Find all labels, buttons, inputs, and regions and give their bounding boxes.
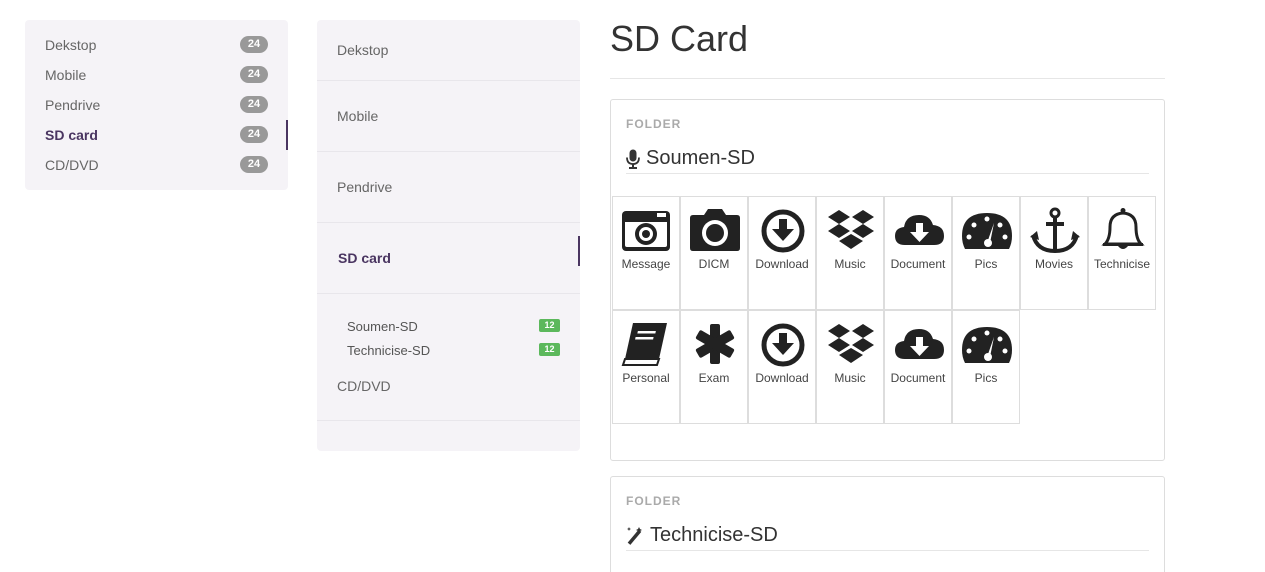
sidebar-item-label: Dekstop xyxy=(45,37,97,53)
folder-panel-technicise-sd: FOLDER Technicise-SD xyxy=(610,476,1165,572)
sidebar-item-pendrive[interactable]: Pendrive 24 xyxy=(25,90,288,120)
camera-retro-icon xyxy=(622,211,670,251)
nav-item-label: CD/DVD xyxy=(337,377,391,394)
sidebar-item-label: SD card xyxy=(45,127,98,143)
tile-label: Download xyxy=(755,257,809,271)
tile-label: Technicise xyxy=(1093,257,1151,271)
count-badge: 24 xyxy=(240,66,268,83)
sidebar-item-label: Mobile xyxy=(45,67,87,83)
folder-kicker: FOLDER xyxy=(626,117,682,131)
tile-label: Message xyxy=(621,257,671,271)
magic-wand-icon xyxy=(627,526,642,545)
tile-pics-2[interactable]: Pics xyxy=(952,310,1020,424)
tile-message[interactable]: Message xyxy=(612,196,680,310)
folder-name: Technicise-SD xyxy=(650,524,778,546)
sidebar-item-label: CD/DVD xyxy=(45,157,99,173)
folder-kicker: FOLDER xyxy=(626,494,682,508)
tile-music-2[interactable]: Music xyxy=(816,310,884,424)
nav-item-mobile[interactable]: Mobile xyxy=(317,81,580,152)
tile-label: DICM xyxy=(698,257,730,271)
page-title: SD Card xyxy=(610,18,749,59)
tile-music[interactable]: Music xyxy=(816,196,884,310)
dropbox-icon xyxy=(828,324,874,363)
tile-label: Music xyxy=(834,257,866,271)
tile-label: Document xyxy=(890,371,946,385)
nav-item-sd-card[interactable]: SD card xyxy=(317,223,580,294)
title-divider xyxy=(610,78,1165,79)
tile-pics[interactable]: Pics xyxy=(952,196,1020,310)
tile-document[interactable]: Document xyxy=(884,196,952,310)
dropbox-icon xyxy=(828,210,874,249)
book-icon xyxy=(621,323,667,366)
folder-name: Soumen-SD xyxy=(646,147,755,169)
cloud-download-icon xyxy=(895,215,944,245)
nav-item-desktop[interactable]: Dekstop xyxy=(317,20,580,81)
tile-exam[interactable]: Exam xyxy=(680,310,748,424)
nav-subitem-technicise-sd[interactable]: Technicise-SD 12 xyxy=(347,340,560,360)
sidebar-item-cd-dvd[interactable]: CD/DVD 24 xyxy=(25,150,288,180)
left-sidebar: Dekstop 24 Mobile 24 Pendrive 24 SD card… xyxy=(25,20,288,190)
sidebar-item-desktop[interactable]: Dekstop 24 xyxy=(25,30,288,60)
sidebar-item-label: Pendrive xyxy=(45,97,101,113)
tile-label: Personal xyxy=(622,371,670,385)
nav-subitem-soumen-sd[interactable]: Soumen-SD 12 xyxy=(347,316,560,336)
tile-dicm[interactable]: DICM xyxy=(680,196,748,310)
nav-item-pendrive[interactable]: Pendrive xyxy=(317,152,580,223)
nav-item-cd-dvd[interactable]: CD/DVD xyxy=(317,365,580,421)
folder-panel-soumen-sd: FOLDER Soumen-SD Message DICM Download M… xyxy=(610,99,1165,461)
nav-item-label: SD card xyxy=(338,250,391,266)
tile-label: Exam xyxy=(698,371,730,385)
download-icon xyxy=(761,209,805,253)
dashboard-icon xyxy=(962,327,1012,363)
tile-personal[interactable]: Personal xyxy=(612,310,680,424)
count-badge: 24 xyxy=(240,156,268,173)
tile-download[interactable]: Download xyxy=(748,196,816,310)
tile-technicise[interactable]: Technicise xyxy=(1088,196,1156,310)
folder-nav: Dekstop Mobile Pendrive SD card Soumen-S… xyxy=(317,20,580,451)
tile-label: Music xyxy=(834,371,866,385)
nav-item-label: Dekstop xyxy=(337,42,389,58)
anchor-icon xyxy=(1030,207,1080,253)
tile-download-2[interactable]: Download xyxy=(748,310,816,424)
count-badge: 24 xyxy=(240,36,268,53)
tile-label: Pics xyxy=(974,371,998,385)
file-grid: Message DICM Download Music Document Pic… xyxy=(612,196,1158,426)
nav-subitem-label: Technicise-SD xyxy=(347,342,431,358)
nav-subitem-label: Soumen-SD xyxy=(347,318,418,334)
count-badge: 12 xyxy=(539,343,560,356)
tile-label: Pics xyxy=(974,257,998,271)
nav-item-label: Pendrive xyxy=(337,179,393,195)
bell-icon xyxy=(1101,208,1145,249)
microphone-icon xyxy=(626,149,640,169)
count-badge: 24 xyxy=(240,126,268,143)
folder-heading: Technicise-SD xyxy=(626,524,1149,551)
folder-heading: Soumen-SD xyxy=(626,147,1149,174)
count-badge: 24 xyxy=(240,96,268,113)
camera-icon xyxy=(690,209,740,251)
tile-label: Document xyxy=(890,257,946,271)
sidebar-item-sd-card[interactable]: SD card 24 xyxy=(25,120,288,150)
asterisk-icon xyxy=(695,324,735,364)
tile-label: Download xyxy=(755,371,809,385)
tile-label: Movies xyxy=(1034,257,1073,271)
download-icon xyxy=(761,323,805,367)
sidebar-item-mobile[interactable]: Mobile 24 xyxy=(25,60,288,90)
cloud-download-icon xyxy=(895,329,944,359)
count-badge: 12 xyxy=(539,319,560,332)
nav-item-label: Mobile xyxy=(337,108,379,124)
dashboard-icon xyxy=(962,213,1012,249)
tile-document-2[interactable]: Document xyxy=(884,310,952,424)
tile-movies[interactable]: Movies xyxy=(1020,196,1088,310)
